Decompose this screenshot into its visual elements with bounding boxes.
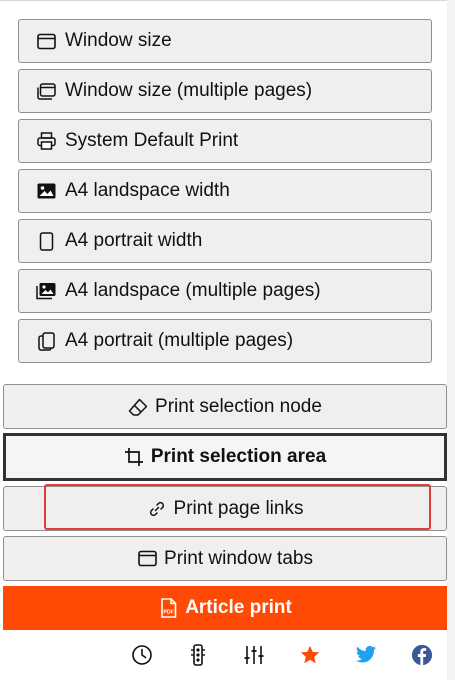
a4-portrait-width-label: A4 portrait width (65, 230, 203, 251)
facebook-icon[interactable] (410, 643, 434, 667)
a4-portrait-multiple-label: A4 portrait (multiple pages) (65, 330, 294, 351)
svg-text:PDF: PDF (163, 610, 173, 616)
window-size-multiple-label: Window size (multiple pages) (65, 80, 313, 101)
scrollbar[interactable] (447, 0, 455, 680)
print-page-links-button[interactable]: Print page links (3, 486, 447, 531)
a4-landscape-multiple-label: A4 landspace (multiple pages) (65, 280, 321, 301)
a4-portrait-width-button[interactable]: A4 portrait width (18, 219, 432, 263)
window-size-button[interactable]: Window size (18, 19, 432, 63)
print-window-tabs-button[interactable]: Print window tabs (3, 536, 447, 581)
article-print-button[interactable]: PDF Article print (3, 586, 447, 630)
printer-icon (36, 131, 56, 151)
a4-landscape-multiple-pages-button[interactable]: A4 landspace (multiple pages) (18, 269, 432, 313)
images-stack-icon (36, 281, 56, 301)
print-selection-node-button[interactable]: Print selection node (3, 384, 447, 429)
a4-landscape-width-label: A4 landspace width (65, 180, 230, 201)
print-selection-area-label: Print selection area (150, 446, 327, 467)
window-icon (36, 31, 56, 51)
pages-stack-icon (36, 331, 56, 351)
link-icon (147, 499, 167, 519)
crop-icon (124, 447, 144, 467)
a4-portrait-multiple-pages-button[interactable]: A4 portrait (multiple pages) (18, 319, 432, 363)
history-icon[interactable] (130, 643, 154, 667)
image-landscape-icon (36, 181, 56, 201)
window-size-multiple-pages-button[interactable]: Window size (multiple pages) (18, 69, 432, 113)
system-default-print-label: System Default Print (65, 130, 239, 151)
footer-toolbar (0, 640, 447, 670)
print-page-links-label: Print page links (173, 497, 304, 519)
article-print-label: Article print (185, 597, 292, 618)
print-window-tabs-label: Print window tabs (164, 547, 313, 569)
print-selection-node-label: Print selection node (155, 395, 322, 417)
star-icon[interactable] (298, 643, 322, 667)
system-default-print-button[interactable]: System Default Print (18, 119, 432, 163)
window-size-label: Window size (65, 30, 172, 51)
pdf-file-icon: PDF (158, 598, 178, 618)
twitter-icon[interactable] (354, 643, 378, 667)
sliders-icon[interactable] (242, 643, 266, 667)
print-selection-area-button[interactable]: Print selection area (3, 433, 447, 481)
window-tabs-icon (137, 549, 157, 569)
traffic-light-icon[interactable] (186, 643, 210, 667)
top-divider (0, 0, 447, 1)
page-portrait-icon (36, 231, 56, 251)
window-stack-icon (36, 81, 56, 101)
a4-landscape-width-button[interactable]: A4 landspace width (18, 169, 432, 213)
eraser-icon (128, 397, 148, 417)
